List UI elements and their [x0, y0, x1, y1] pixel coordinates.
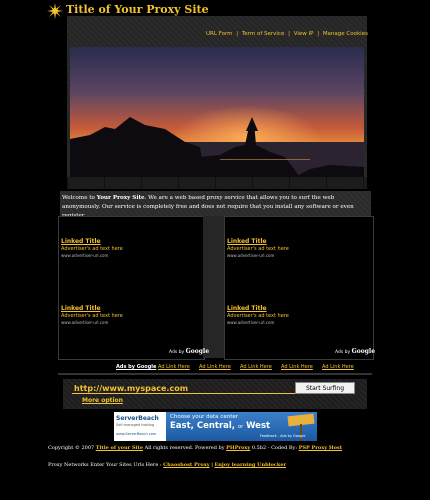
copyright-line: Copyright © 2007 Title of your Site All … — [48, 445, 343, 451]
enjoy-learning-unblocker-link[interactable]: Enjoy learning Unblocker — [214, 462, 286, 468]
link-bar-ads-label[interactable]: Ads by Google — [116, 364, 156, 370]
ads-by-google-right[interactable]: Ads by Google — [335, 348, 375, 355]
ad-text: Advertiser's ad text here — [61, 246, 123, 252]
nav-separator: | — [317, 31, 320, 37]
site-title[interactable]: Title of Your Proxy Site — [66, 3, 209, 16]
ad-title-link[interactable]: Linked Title — [61, 238, 101, 245]
banner-tagline: Self-managed hosting — [116, 423, 155, 427]
welcome-site-name: Your Proxy Site — [96, 195, 145, 201]
ad-link[interactable]: Ad Link Here — [158, 364, 190, 370]
coder-link[interactable]: PSP Proxy Host — [299, 445, 342, 451]
ads-by-google-left[interactable]: Ads by Google — [169, 348, 209, 355]
sun-star-icon — [47, 3, 63, 19]
ad-url[interactable]: www.advertiser-url.com — [61, 320, 108, 325]
ad-text: Advertiser's ad text here — [227, 313, 289, 319]
ad-url[interactable]: www.advertiser-url.com — [227, 253, 274, 258]
ad-text: Advertiser's ad text here — [227, 246, 289, 252]
nav-manage-cookies[interactable]: Manage Cookies — [323, 31, 368, 37]
banner-message-area: Choose your data center East, Central, o… — [166, 412, 317, 441]
start-surfing-button[interactable]: Start Surfing — [295, 382, 355, 394]
chaoshost-proxy-link[interactable]: Chaoshost Proxy — [163, 462, 209, 468]
ad-link[interactable]: Ad Link Here — [240, 364, 272, 370]
ad-url[interactable]: www.advertiser-url.com — [61, 253, 108, 258]
ad-text: Advertiser's ad text here — [61, 313, 123, 319]
url-input[interactable] — [72, 383, 296, 394]
nav-terms-of-service[interactable]: Term of Service — [242, 31, 284, 37]
ad-link[interactable]: Ad Link Here — [281, 364, 313, 370]
proxy-networks-line: Proxy Networks Enter Your Sites Urls Her… — [48, 462, 287, 468]
ad-title-link[interactable]: Linked Title — [227, 305, 267, 312]
ad-title-link[interactable]: Linked Title — [61, 305, 101, 312]
nav-url-form[interactable]: URL Form — [206, 31, 233, 37]
banner-brand: ServerBeach — [116, 415, 159, 422]
ad-link[interactable]: Ad Link Here — [199, 364, 231, 370]
ad-separator — [203, 216, 224, 358]
banner-locations: East, Central, or West — [170, 421, 271, 431]
ad-url[interactable]: www.advertiser-url.com — [227, 320, 274, 325]
welcome-prefix: Welcome to — [62, 195, 97, 201]
phproxy-link[interactable]: PHProxy — [226, 445, 250, 451]
top-nav: URL Form | Term of Service | View IP | M… — [205, 31, 369, 37]
nav-separator: | — [236, 31, 239, 37]
more-option-link[interactable]: More option — [82, 397, 123, 404]
ad-title-link[interactable]: Linked Title — [227, 238, 267, 245]
banner-url: www.ServerBeach.com — [116, 432, 157, 436]
sunset-hero-image — [70, 47, 364, 177]
nav-separator: | — [288, 31, 290, 37]
banner-logo-area: ServerBeach Self-managed hosting www.Ser… — [114, 412, 166, 441]
banner-feedback[interactable]: Feedback - Ads by Google — [260, 434, 305, 438]
decorative-strip — [67, 177, 367, 189]
nav-view-ip[interactable]: View IP — [294, 31, 314, 37]
banner-headline: Choose your data center — [170, 414, 239, 420]
site-link[interactable]: Title of your Site — [96, 445, 143, 451]
link-bar-divider — [58, 373, 372, 375]
ad-link[interactable]: Ad Link Here — [322, 364, 354, 370]
signpost-pole — [300, 424, 302, 441]
serverbeach-banner-ad[interactable]: ServerBeach Self-managed hosting www.Ser… — [114, 412, 317, 441]
